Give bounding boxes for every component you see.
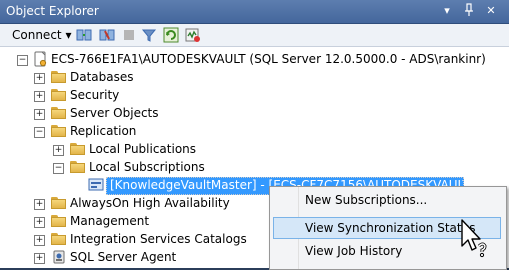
pin-icon (465, 3, 473, 16)
tree-node-security[interactable]: + Security (0, 87, 509, 105)
object-explorer-window: Object Explorer ▾ ✕ Connect ▾ − ECS-766E… (0, 0, 509, 270)
activity-monitor-icon[interactable] (185, 27, 201, 43)
tree-label: Databases (70, 70, 134, 84)
folder-icon (51, 71, 66, 83)
tree-label: Integration Services Catalogs (70, 232, 247, 246)
filter-icon[interactable] (141, 27, 157, 43)
close-button[interactable]: ✕ (484, 3, 498, 19)
expand-icon[interactable]: + (34, 253, 45, 264)
chevron-down-icon: ▾ (65, 28, 72, 42)
server-icon (34, 51, 47, 67)
folder-icon (51, 233, 66, 245)
expand-icon[interactable]: + (34, 91, 45, 102)
object-explorer-toolbar: Connect ▾ (0, 24, 509, 47)
tree-label: Security (70, 88, 120, 102)
folder-icon (51, 197, 66, 209)
menu-item-label: View Job History (305, 244, 403, 258)
tree-node-local-publications[interactable]: + Local Publications (0, 141, 509, 159)
agent-icon (53, 250, 65, 264)
pin-button[interactable] (462, 3, 476, 19)
tree-label-server: ECS-766E1FA1\AUTODESKVAULT (SQL Server 1… (51, 52, 486, 66)
refresh-icon[interactable] (163, 27, 179, 43)
tree-label: Server Objects (70, 106, 159, 120)
collapse-icon[interactable]: − (53, 163, 64, 174)
subscription-icon (88, 178, 104, 191)
tree-label: Local Subscriptions (89, 160, 205, 174)
stop-icon[interactable] (121, 27, 137, 43)
expand-icon[interactable]: + (34, 235, 45, 246)
window-title: Object Explorer (6, 4, 99, 18)
folder-icon (51, 89, 66, 101)
expand-icon[interactable]: + (34, 73, 45, 84)
expand-icon[interactable]: + (34, 109, 45, 120)
folder-icon (70, 143, 85, 155)
menu-item-label: View Synchronization Status (305, 221, 476, 235)
mouse-pointer-icon (461, 219, 487, 258)
folder-icon (51, 107, 66, 119)
tree-node-local-subscriptions[interactable]: − Local Subscriptions (0, 159, 509, 177)
tree-node-replication[interactable]: − Replication (0, 123, 509, 141)
expand-icon[interactable]: + (34, 217, 45, 228)
disconnect-icon[interactable] (99, 27, 115, 43)
tree-label: Replication (70, 124, 137, 138)
folder-open-icon (70, 161, 85, 173)
collapse-icon[interactable]: − (17, 55, 28, 66)
tree-node-server[interactable]: − ECS-766E1FA1\AUTODESKVAULT (SQL Server… (0, 51, 509, 69)
tree-node-databases[interactable]: + Databases (0, 69, 509, 87)
dropdown-arrow-button[interactable]: ▾ (440, 3, 454, 19)
expand-icon[interactable]: + (53, 145, 64, 156)
folder-open-icon (51, 125, 66, 137)
connect-label: Connect (12, 28, 62, 42)
collapse-icon[interactable]: − (34, 127, 45, 138)
expand-icon[interactable]: + (34, 199, 45, 210)
menu-item-label: New Subscriptions... (305, 193, 428, 207)
folder-icon (51, 215, 66, 227)
connect-object-explorer-icon[interactable] (76, 27, 92, 43)
tree-label: SQL Server Agent (70, 250, 177, 264)
tree-label: Local Publications (89, 142, 197, 156)
window-titlebar: Object Explorer ▾ ✕ (0, 0, 509, 24)
menu-item-new-subscriptions[interactable]: New Subscriptions... (273, 189, 501, 211)
connect-button[interactable]: Connect ▾ (12, 28, 71, 42)
tree-node-server-objects[interactable]: + Server Objects (0, 105, 509, 123)
tree-label: Management (70, 214, 150, 228)
tree-label: AlwaysOn High Availability (70, 196, 230, 210)
